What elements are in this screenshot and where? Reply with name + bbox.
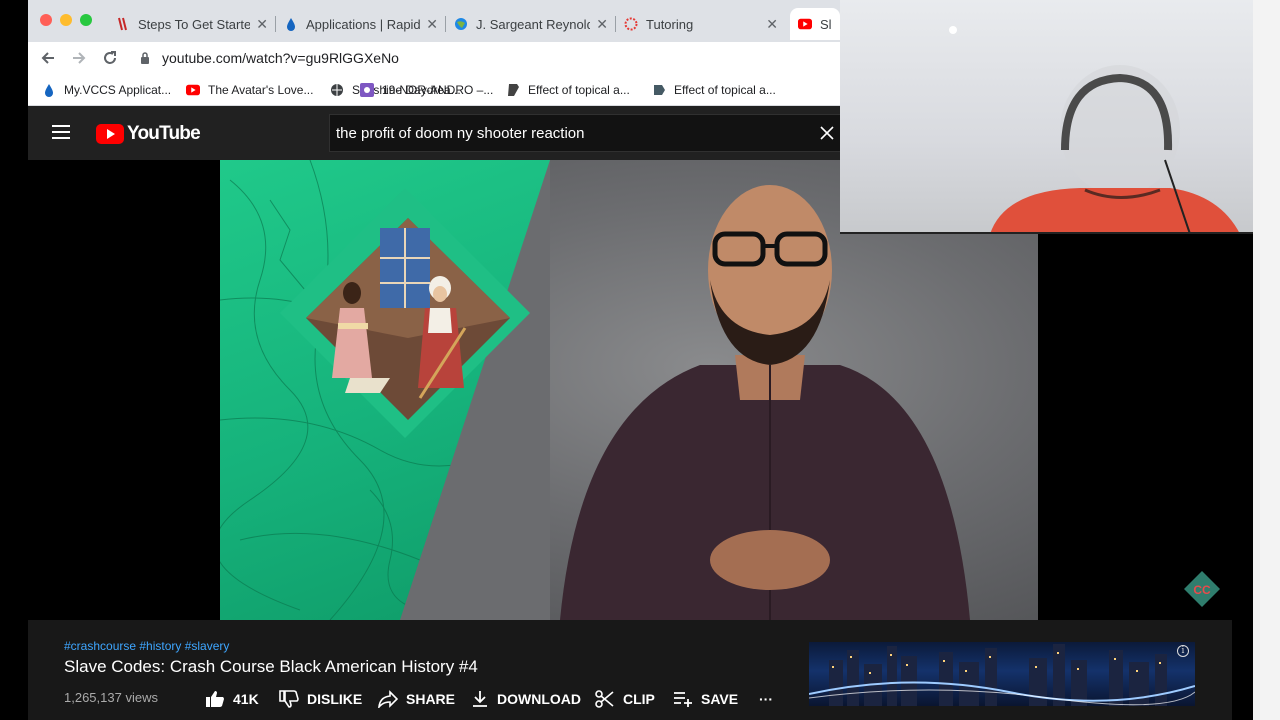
url-field[interactable]: youtube.com/watch?v=gu9RlGGXeNo bbox=[140, 48, 399, 68]
svg-text:CC: CC bbox=[1193, 583, 1211, 597]
bookmark-label: The Avatar's Love... bbox=[208, 83, 314, 97]
share-button[interactable]: SHARE bbox=[378, 688, 455, 710]
bookmark-label: 19-NOR-ANDRO –... bbox=[382, 83, 494, 97]
left-black-strip bbox=[0, 0, 28, 720]
bookmark-item[interactable]: Effect of topical a... bbox=[506, 80, 630, 100]
minimize-window-button[interactable] bbox=[60, 14, 72, 26]
search-input[interactable]: the profit of doom ny shooter reaction bbox=[329, 114, 841, 152]
bookmark-item[interactable]: My.VCCS Applicat... bbox=[42, 80, 171, 100]
bookmarks-bar: My.VCCS Applicat... The Avatar's Love...… bbox=[28, 74, 840, 106]
view-count: 1,265,137 views bbox=[64, 690, 158, 705]
bookmark-label: Effect of topical a... bbox=[674, 83, 776, 97]
bookmark-item[interactable]: The Avatar's Love... bbox=[186, 80, 313, 100]
ring-icon bbox=[624, 17, 638, 31]
right-edge-strip bbox=[1253, 0, 1280, 720]
close-tab-icon[interactable]: ✕ bbox=[426, 16, 438, 33]
tab-title: Steps To Get Started bbox=[138, 16, 251, 32]
reload-button[interactable] bbox=[100, 48, 120, 68]
like-count: 41K bbox=[233, 691, 259, 707]
youtube-logo-text: YouTube bbox=[127, 123, 201, 144]
close-tab-icon[interactable]: ✕ bbox=[596, 16, 608, 33]
close-tab-icon[interactable]: ✕ bbox=[256, 16, 268, 33]
browser-tab[interactable]: J. Sargeant Reynolds ✕ bbox=[446, 8, 616, 40]
tab-title: Sla bbox=[820, 16, 832, 32]
city-skyline-image bbox=[809, 644, 1195, 706]
bookmark-item[interactable]: Effect of topical a... bbox=[652, 80, 776, 100]
lock-icon bbox=[141, 51, 149, 64]
download-label: DOWNLOAD bbox=[497, 691, 581, 707]
back-arrow-icon bbox=[41, 52, 54, 64]
close-tab-icon[interactable]: ✕ bbox=[766, 16, 778, 33]
tab-title: Tutoring bbox=[646, 16, 694, 32]
search-query-text: the profit of doom ny shooter reaction bbox=[336, 125, 585, 142]
browser-tab-active[interactable]: Sla bbox=[790, 8, 840, 40]
video-title: Slave Codes: Crash Course Black American… bbox=[64, 657, 478, 676]
youtube-play-icon bbox=[96, 124, 124, 144]
more-actions-button[interactable]: ··· bbox=[759, 688, 773, 710]
dislike-button[interactable]: DISLIKE bbox=[279, 688, 362, 710]
save-label: SAVE bbox=[701, 691, 739, 707]
youtube-logo[interactable]: YouTube bbox=[96, 123, 201, 145]
address-bar: youtube.com/watch?v=gu9RlGGXeNo bbox=[28, 42, 840, 74]
window-controls bbox=[40, 14, 92, 26]
globe-icon bbox=[454, 17, 468, 31]
share-label: SHARE bbox=[406, 691, 456, 707]
save-button[interactable]: SAVE bbox=[673, 688, 738, 710]
scrollbar-track[interactable] bbox=[1232, 234, 1253, 720]
tab-title: Applications | Rapid bbox=[306, 16, 421, 32]
ad-info-icon[interactable]: i bbox=[1177, 645, 1189, 657]
bookmark-label: Effect of topical a... bbox=[528, 83, 630, 97]
drop-icon bbox=[284, 17, 298, 31]
drop-icon bbox=[42, 83, 56, 97]
webcam-overlay bbox=[840, 0, 1253, 234]
thumbs-down-icon bbox=[279, 690, 299, 708]
thumbs-up-icon bbox=[206, 691, 224, 707]
globe-icon bbox=[330, 83, 344, 97]
tab-title: J. Sargeant Reynolds bbox=[476, 16, 591, 32]
maximize-window-button[interactable] bbox=[80, 14, 92, 26]
youtube-header: YouTube the profit of doom ny shooter re… bbox=[28, 106, 841, 160]
scissors-icon bbox=[595, 690, 614, 708]
reload-icon bbox=[104, 51, 116, 64]
back-button[interactable] bbox=[38, 48, 58, 68]
browser-tab[interactable]: Applications | Rapid ✕ bbox=[276, 8, 446, 40]
more-actions-icon: ··· bbox=[759, 691, 773, 707]
hashtags-link[interactable]: #crashcourse #history #slavery bbox=[64, 639, 229, 653]
clear-search-icon[interactable] bbox=[818, 124, 836, 142]
clip-button[interactable]: CLIP bbox=[595, 688, 655, 710]
vccs-icon bbox=[116, 17, 130, 31]
youtube-icon bbox=[186, 83, 200, 97]
clip-label: CLIP bbox=[623, 691, 655, 707]
browser-tab[interactable]: Steps To Get Started ✕ bbox=[108, 8, 276, 40]
advertisement-banner[interactable]: i bbox=[809, 642, 1195, 706]
like-button[interactable]: 41K bbox=[205, 688, 259, 710]
scribd-icon bbox=[506, 83, 520, 97]
playlist-add-icon bbox=[674, 692, 692, 707]
bookmark-label: My.VCCS Applicat... bbox=[64, 83, 172, 97]
app-icon bbox=[360, 83, 374, 97]
url-text: youtube.com/watch?v=gu9RlGGXeNo bbox=[162, 50, 399, 66]
illustration-diamond bbox=[280, 188, 530, 438]
doc-icon bbox=[652, 83, 666, 97]
video-info-panel: #crashcourse #history #slavery Slave Cod… bbox=[28, 620, 1232, 720]
crash-course-badge-icon: CC bbox=[1184, 571, 1220, 607]
youtube-icon bbox=[798, 17, 812, 31]
download-icon bbox=[473, 691, 487, 707]
browser-tab[interactable]: Tutoring ✕ bbox=[616, 8, 786, 40]
bookmark-item[interactable]: 19-NOR-ANDRO –... bbox=[360, 80, 493, 100]
share-icon bbox=[378, 690, 398, 708]
forward-button[interactable] bbox=[69, 48, 89, 68]
download-button[interactable]: DOWNLOAD bbox=[471, 688, 581, 710]
dislike-label: DISLIKE bbox=[307, 691, 363, 707]
close-window-button[interactable] bbox=[40, 14, 52, 26]
forward-arrow-icon bbox=[73, 52, 86, 64]
menu-icon[interactable] bbox=[52, 125, 70, 139]
